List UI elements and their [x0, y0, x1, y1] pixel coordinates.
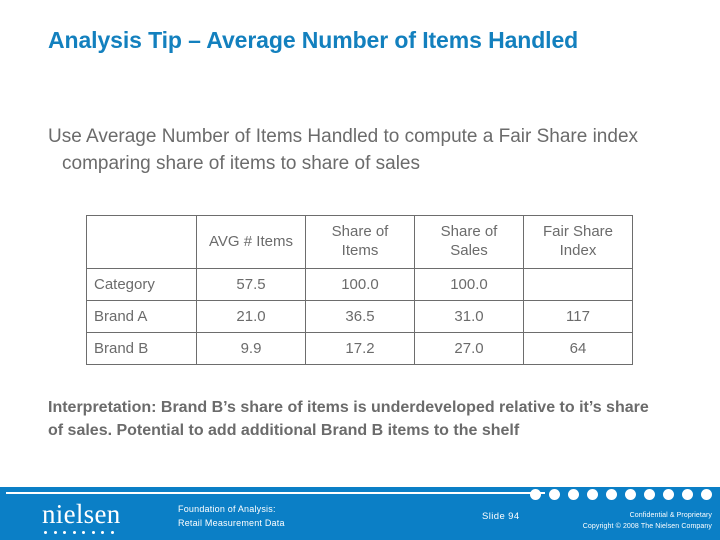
- table-row: Brand A 21.0 36.5 31.0 117: [86, 300, 633, 333]
- cell-category-share-sales: 100.0: [414, 268, 524, 301]
- page-title: Analysis Tip – Average Number of Items H…: [48, 27, 579, 53]
- footer-dot: [644, 488, 655, 500]
- cell-category-avg-items: 57.5: [196, 268, 306, 301]
- interpretation-text: Interpretation: Brand B’s share of items…: [48, 399, 649, 440]
- column-header-share-of-sales: Share of Sales: [414, 215, 524, 269]
- footer-dot: [663, 488, 674, 500]
- column-header-share-of-items: Share of Items: [305, 215, 415, 269]
- logo-dot: [82, 531, 85, 534]
- cell-brand-a-fair-share-index: 117: [523, 300, 633, 333]
- logo-dot: [91, 531, 95, 534]
- deck-title: Foundation of Analysis: Retail Measureme…: [178, 503, 285, 530]
- footer-dot: [587, 488, 598, 500]
- nielsen-wordmark: nielsen: [42, 499, 121, 529]
- cell-category-fair-share-index: [523, 268, 633, 301]
- logo-dot: [101, 531, 104, 534]
- confidential-line-1: Confidential & Proprietary: [629, 512, 712, 519]
- footer-dot: [606, 488, 617, 500]
- footer-dot: [625, 488, 636, 500]
- cell-category-share-items: 100.0: [305, 268, 415, 301]
- confidential-line-2: Copyright © 2008 The Nielsen Company: [582, 522, 712, 530]
- column-header-fair-share-index: Fair Share Index: [523, 215, 633, 269]
- cell-brand-a-share-sales: 31.0: [414, 300, 524, 333]
- cell-brand-b-fair-share-index: 64: [523, 332, 633, 365]
- column-header-avg-items: AVG # Items: [196, 215, 306, 269]
- table-row: Brand B 9.9 17.2 27.0 64: [86, 332, 633, 365]
- table-header-row: AVG # Items Share of Items Share of Sale…: [86, 215, 633, 269]
- column-header-blank: [86, 215, 197, 269]
- row-label-category: Category: [86, 268, 197, 301]
- cell-brand-b-share-sales: 27.0: [414, 332, 524, 365]
- footer-dot: [568, 488, 579, 500]
- slide-footer: nielsen Foundation of Analysis: Retail M…: [0, 487, 720, 540]
- table-body: Category 57.5 100.0 100.0 Brand A 21.0 3…: [86, 268, 633, 365]
- logo-dot: [72, 531, 76, 534]
- footer-dot: [682, 488, 693, 500]
- deck-title-line-1: Foundation of Analysis:: [178, 504, 276, 514]
- footer-dot-row: [530, 487, 712, 501]
- nielsen-logo-dots: [42, 531, 162, 534]
- logo-dot: [44, 531, 47, 534]
- table-header: AVG # Items Share of Items Share of Sale…: [86, 215, 633, 269]
- table-row: Category 57.5 100.0 100.0: [86, 268, 633, 301]
- logo-dot: [110, 531, 114, 534]
- confidential-notice: Confidential & Proprietary Copyright © 2…: [583, 511, 712, 533]
- slide-number: Slide 94: [482, 511, 520, 522]
- row-label-brand-a: Brand A: [86, 300, 197, 333]
- footer-dot: [530, 488, 541, 500]
- cell-brand-b-avg-items: 9.9: [196, 332, 306, 365]
- cell-brand-b-share-items: 17.2: [305, 332, 415, 365]
- deck-title-line-2: Retail Measurement Data: [178, 517, 285, 528]
- logo-dot: [53, 531, 57, 534]
- logo-dot: [63, 531, 66, 534]
- fair-share-table: AVG # Items Share of Items Share of Sale…: [86, 215, 633, 365]
- cell-brand-a-share-items: 36.5: [305, 300, 415, 333]
- row-label-brand-b: Brand B: [86, 332, 197, 365]
- slide-canvas: Analysis Tip – Average Number of Items H…: [0, 0, 720, 540]
- nielsen-logo: nielsen: [42, 501, 162, 534]
- footer-dot: [549, 488, 560, 500]
- body-paragraph: Use Average Number of Items Handled to c…: [48, 126, 639, 174]
- cell-brand-a-avg-items: 21.0: [196, 300, 306, 333]
- footer-dot: [701, 488, 712, 500]
- footer-divider-line: [6, 492, 545, 494]
